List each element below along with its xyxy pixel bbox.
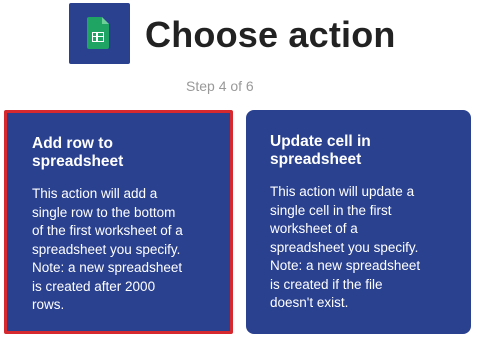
description-line: single cell in the first	[270, 202, 392, 218]
description-line: Note: a new spreadsheet	[32, 260, 183, 275]
step-indicator: Step 4 of 6	[186, 78, 254, 94]
description-line: is created after 2000	[32, 278, 156, 294]
description-line: spreadsheet you specify.	[32, 241, 181, 257]
action-card-title-line: spreadsheet	[270, 151, 362, 168]
action-card-title-line: Add row to	[32, 135, 113, 152]
description-line: This action will update a	[270, 184, 415, 199]
action-card-title: Update cell in spreadsheet	[270, 133, 471, 169]
description-line: worksheet of a	[270, 221, 358, 236]
action-card-add-row[interactable]: Add row to spreadsheet This action will …	[4, 110, 233, 334]
page-title: Choose action	[145, 14, 396, 55]
action-card-description: This action will add a single row to the…	[32, 185, 232, 315]
description-line: spreadsheet you specify.	[270, 239, 419, 255]
action-card-title: Add row to spreadsheet	[32, 135, 230, 171]
description-line: This action will add a	[32, 186, 158, 201]
description-line: of the first worksheet of a	[32, 223, 183, 238]
description-line: rows.	[32, 297, 65, 312]
action-card-description: This action will update a single cell in…	[270, 183, 470, 313]
description-line: is created if the file	[270, 276, 383, 292]
action-card-title-line: Update cell in	[270, 133, 371, 150]
action-card-title-line: spreadsheet	[32, 153, 124, 170]
description-line: Note: a new spreadsheet	[270, 258, 421, 273]
google-sheets-icon	[69, 3, 130, 64]
choose-action-page: Choose action Step 4 of 6 Add row to spr…	[0, 0, 478, 342]
sheets-document-glyph	[87, 17, 109, 49]
description-line: single row to the bottom	[32, 204, 176, 220]
action-card-update-cell[interactable]: Update cell in spreadsheet This action w…	[246, 110, 471, 334]
description-line: doesn't exist.	[270, 295, 349, 310]
